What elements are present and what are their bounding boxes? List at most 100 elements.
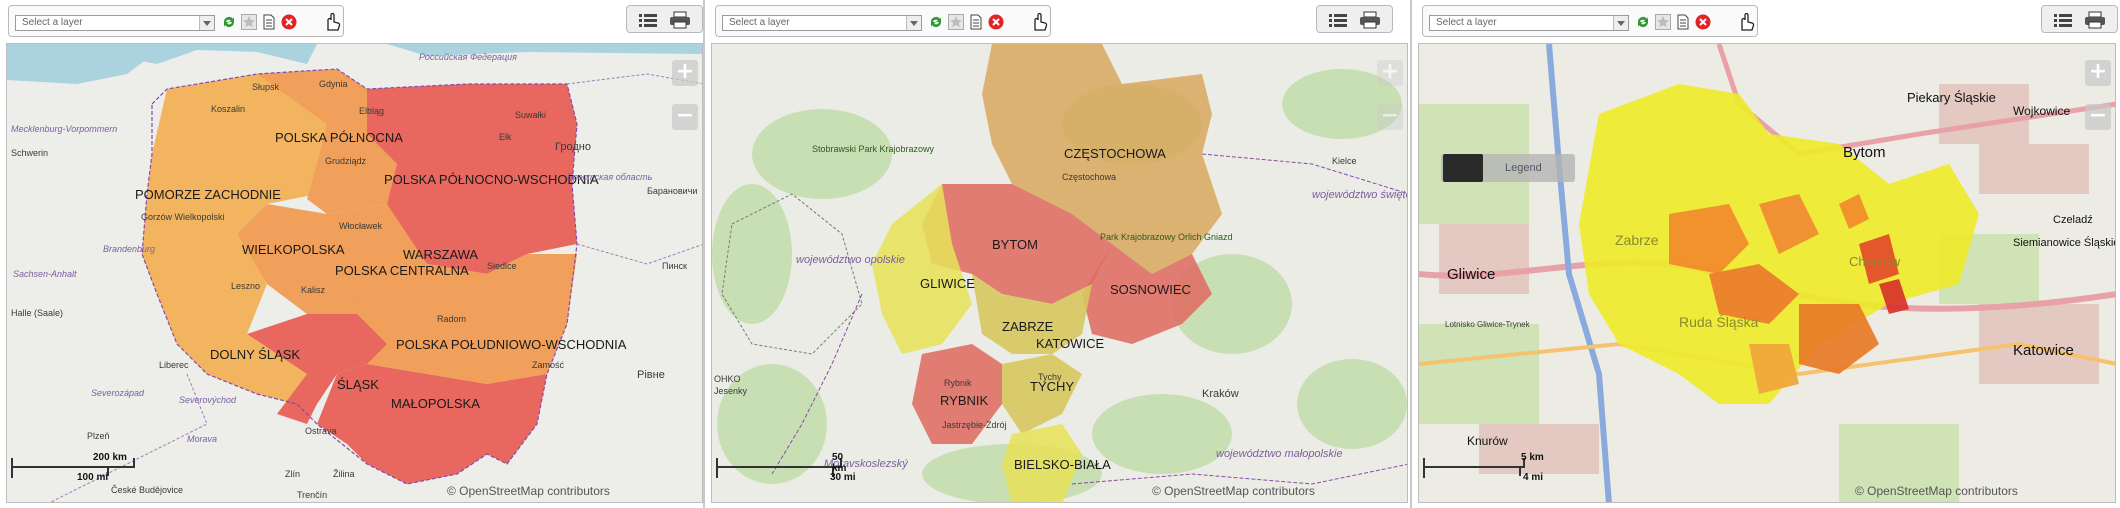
region-label: CZĘSTOCHOWA — [1064, 146, 1166, 161]
close-icon[interactable] — [1695, 14, 1711, 30]
document-icon[interactable] — [1675, 14, 1691, 30]
region-label: BIELSKO-BIAŁA — [1014, 457, 1111, 472]
panel-divider — [1410, 0, 1412, 508]
list-icon[interactable] — [637, 11, 659, 29]
region-label: WARSZAWA — [403, 247, 479, 262]
scale-tick — [1519, 466, 1521, 476]
refresh-icon[interactable] — [1635, 14, 1651, 30]
star-icon[interactable] — [948, 14, 964, 30]
place-label: Gorzów Wielkopolski — [141, 212, 225, 222]
place-label: Liberec — [159, 360, 189, 370]
chevron-down-icon[interactable] — [199, 16, 214, 30]
map-view[interactable]: POLSKA PÓŁNOCNA POLSKA PÓŁNOCNO-WSCHODNI… — [6, 43, 703, 503]
layer-select[interactable]: Select a layer — [1429, 15, 1629, 31]
pointer-hand-icon[interactable] — [1735, 12, 1755, 32]
zoom-in-button[interactable]: + — [672, 60, 698, 86]
zoom-out-button[interactable]: − — [2085, 104, 2111, 130]
layer-toolbar: Select a layer — [715, 5, 1051, 37]
refresh-icon[interactable] — [928, 14, 944, 30]
place-label: Grudziądz — [325, 156, 367, 166]
print-icon[interactable] — [2084, 11, 2106, 29]
view-options — [1316, 5, 1393, 33]
place-label: Katowice — [2013, 342, 2074, 359]
map-view[interactable]: Legend Piekary Śląskie Wojkowice Bytom G… — [1418, 43, 2116, 503]
place-label: Zamość — [532, 360, 565, 370]
place-label: Kalisz — [301, 285, 326, 295]
place-label: Gdynia — [319, 79, 348, 89]
layer-select[interactable]: Select a layer — [15, 15, 215, 31]
place-label: Brandenburg — [103, 244, 156, 254]
place-label: Bytom — [1843, 144, 1886, 161]
zoom-in-button[interactable]: + — [1377, 60, 1403, 86]
place-label: województwo małopolskie — [1216, 448, 1343, 460]
region-label: POLSKA POŁUDNIOWO-WSCHODNIA — [396, 337, 627, 352]
region-label: POMORZE ZACHODNIE — [135, 187, 281, 202]
scale-bar: 5 km 4 mi — [1423, 452, 1563, 488]
panel-divider — [703, 0, 705, 508]
scale-mi-label: 4 mi — [1523, 472, 1544, 483]
place-label: Zlín — [285, 469, 301, 479]
place-label: Sachsen-Anhalt — [13, 269, 77, 279]
scale-tick — [716, 458, 718, 478]
place-label: Lotnisko Gliwice-Trynek — [1445, 320, 1530, 329]
place-label: Chorzów — [1849, 254, 1901, 269]
document-icon[interactable] — [261, 14, 277, 30]
legend-label: Legend — [1505, 162, 1542, 174]
place-label: Stobrawski Park Krajobrazowy — [812, 144, 935, 154]
print-icon[interactable] — [1359, 11, 1381, 29]
region-label: MAŁOPOLSKA — [391, 396, 480, 411]
list-icon[interactable] — [1327, 11, 1349, 29]
chevron-down-icon[interactable] — [906, 16, 921, 30]
place-label: Žilina — [333, 469, 355, 479]
scale-km-label: 50 km — [832, 452, 847, 474]
pointer-hand-icon[interactable] — [1028, 12, 1048, 32]
place-label: Kielce — [1332, 156, 1357, 166]
legend-control[interactable]: Legend — [1441, 154, 1575, 182]
place-label: Radom — [437, 314, 467, 324]
place-label: Park Krajobrazowy Orlich Gniazd — [1100, 232, 1233, 242]
close-icon[interactable] — [281, 14, 297, 30]
star-icon[interactable] — [241, 14, 257, 30]
place-label: Siemianowice Śląskie — [2013, 237, 2116, 249]
scale-tick — [1423, 458, 1425, 478]
list-icon[interactable] — [2052, 11, 2074, 29]
scale-bar: 50 km 30 mi — [716, 452, 856, 488]
place-label: Барановичи — [647, 186, 698, 196]
view-options — [2041, 5, 2118, 33]
place-label: Słupsk — [252, 82, 280, 92]
scale-bar: 200 km 100 mi — [11, 452, 151, 488]
place-label: Ełk — [499, 132, 512, 142]
map-view[interactable]: CZĘSTOCHOWA BYTOM GLIWICE SOSNOWIEC ZABR… — [711, 43, 1408, 503]
place-label: Włocławek — [339, 221, 383, 231]
close-icon[interactable] — [988, 14, 1004, 30]
document-icon[interactable] — [968, 14, 984, 30]
place-label: Гродно — [555, 141, 591, 153]
zoom-out-button[interactable]: − — [1377, 104, 1403, 130]
place-label: Jastrzębie-Zdrój — [942, 420, 1007, 430]
zoom-controls: + − — [672, 60, 698, 132]
layer-select-placeholder: Select a layer — [1436, 17, 1497, 28]
pointer-hand-icon[interactable] — [321, 12, 341, 32]
region-label: WIELKOPOLSKA — [242, 242, 345, 257]
region-label: BYTOM — [992, 237, 1038, 252]
region-label: RYBNIK — [940, 393, 989, 408]
zoom-in-button[interactable]: + — [2085, 60, 2111, 86]
place-label: Mecklenburg-Vorpommern — [11, 124, 118, 134]
scale-line — [1423, 466, 1525, 468]
region-label: POLSKA CENTRALNA — [335, 263, 469, 278]
zoom-out-button[interactable]: − — [672, 104, 698, 130]
map-canvas — [1419, 44, 2115, 502]
place-label: Рівне — [637, 369, 665, 381]
place-label: Trenčín — [297, 490, 328, 500]
scale-tick — [133, 458, 135, 468]
place-label: OHKO — [714, 374, 741, 384]
place-label: Halle (Saale) — [11, 308, 64, 318]
scale-line — [716, 466, 842, 468]
place-label: Брестская область — [567, 172, 653, 182]
print-icon[interactable] — [669, 11, 691, 29]
place-label: Koszalin — [211, 104, 246, 114]
chevron-down-icon[interactable] — [1613, 16, 1628, 30]
star-icon[interactable] — [1655, 14, 1671, 30]
refresh-icon[interactable] — [221, 14, 237, 30]
layer-select[interactable]: Select a layer — [722, 15, 922, 31]
